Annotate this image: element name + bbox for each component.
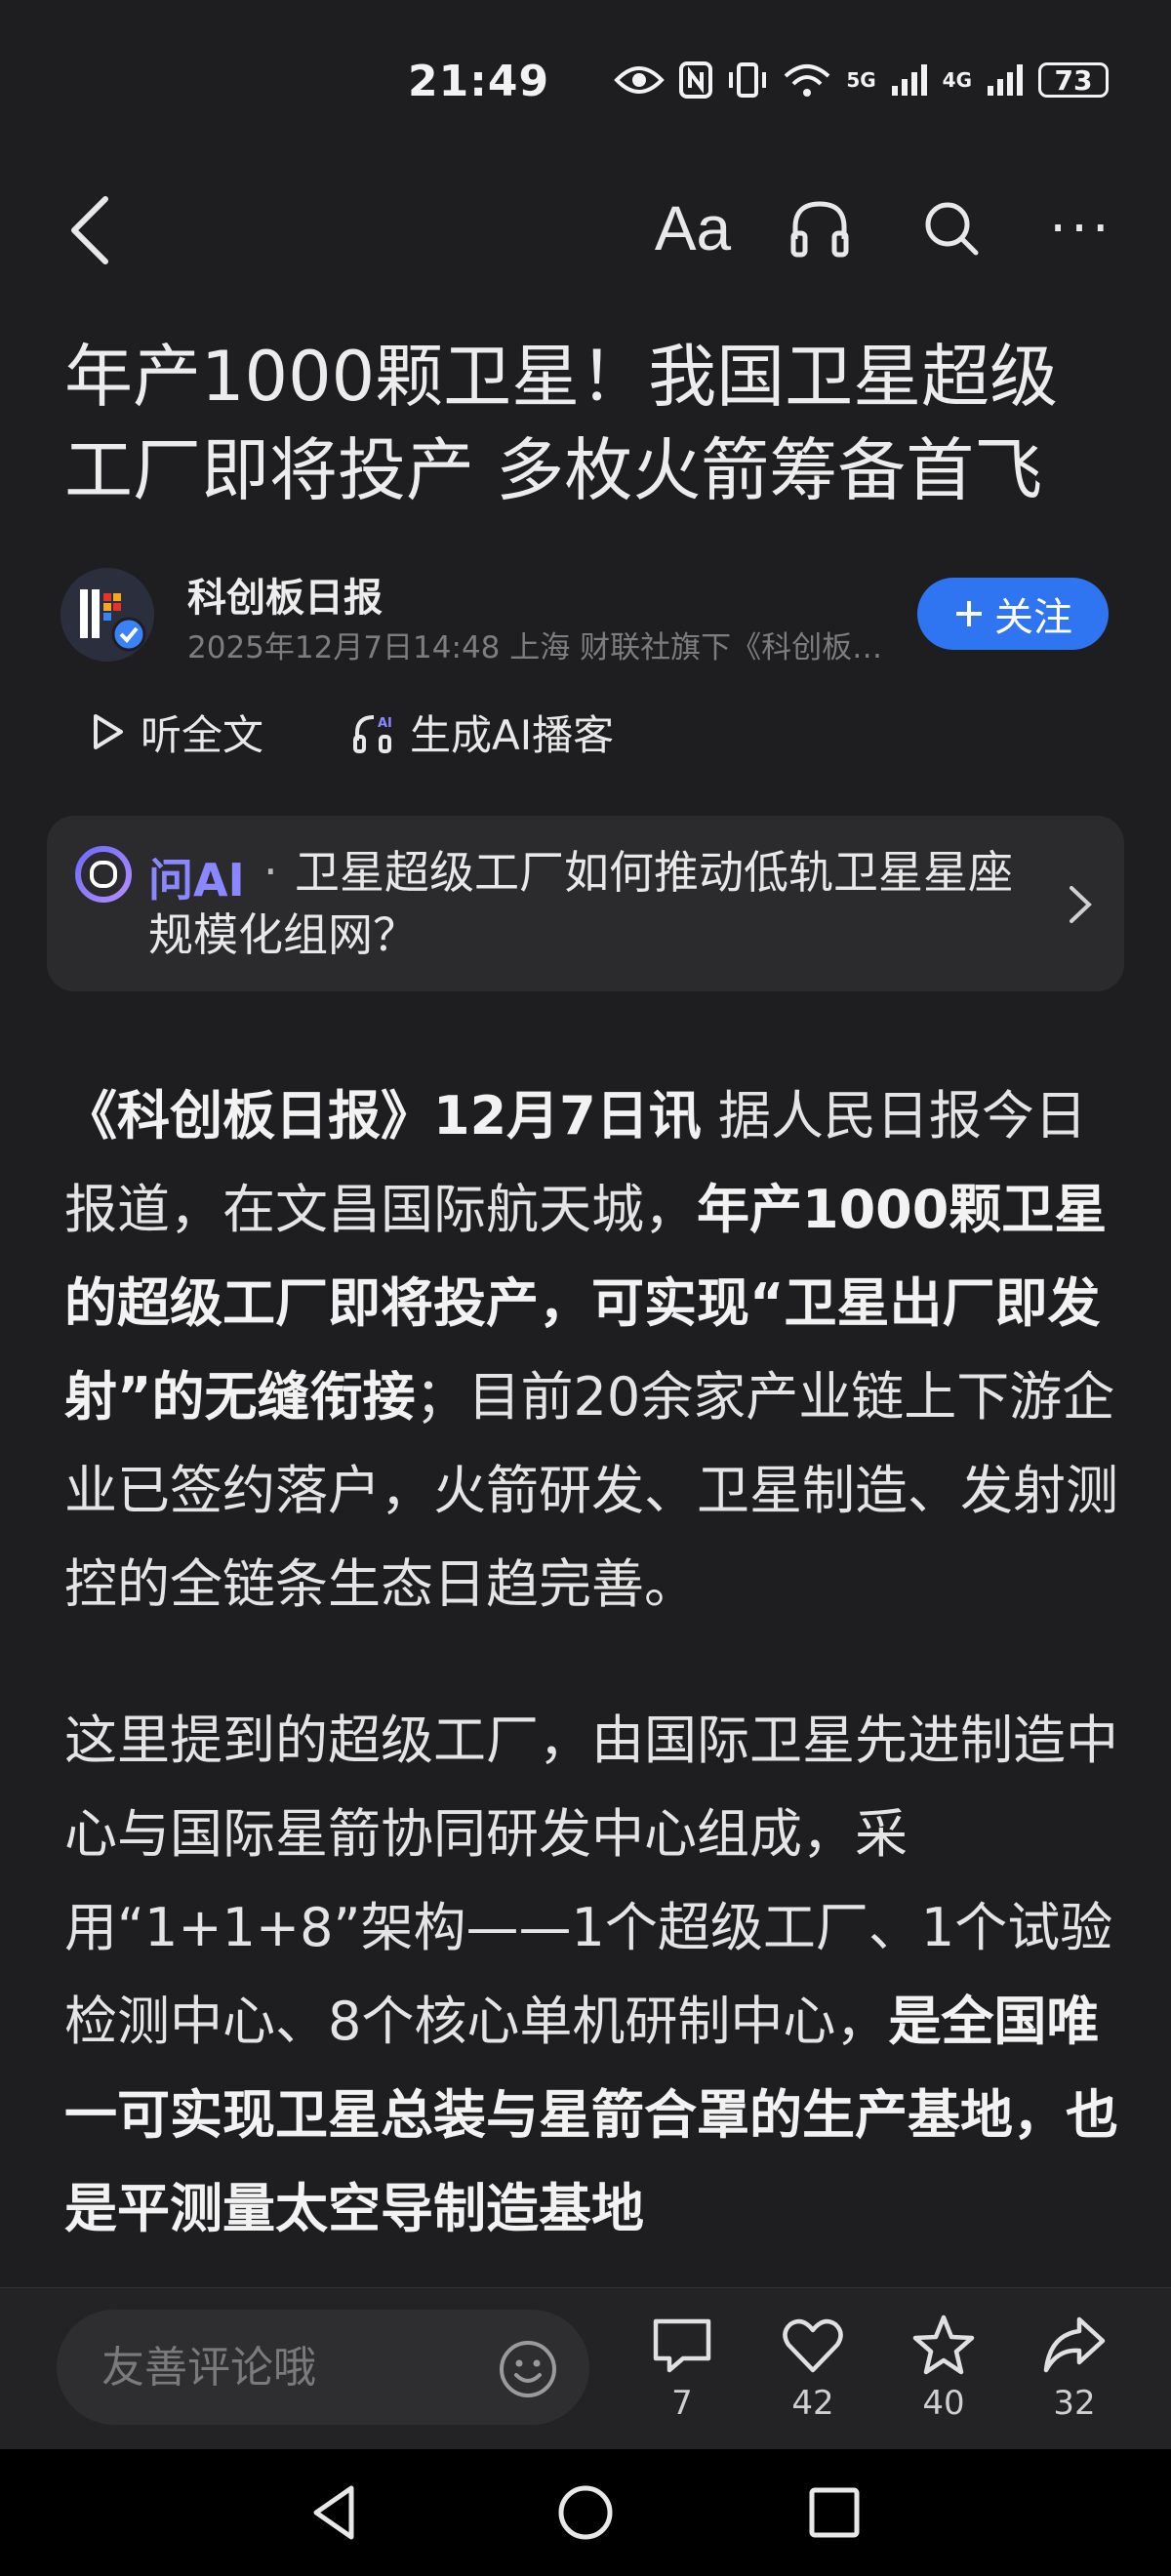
ai-label: 问AI	[148, 854, 245, 906]
paragraph-2: 这里提到的超级工厂，由国际卫星先进制造中心与国际星箭协同研发中心组成，采用“1+…	[64, 1694, 1118, 2256]
comment-button[interactable]: 7	[638, 2314, 726, 2431]
star-icon	[912, 2314, 975, 2375]
plus-icon	[956, 601, 982, 626]
follow-label: 关注	[994, 595, 1072, 640]
publish-meta: 2025年12月7日14:48 上海 财联社旗下《科创板日报》	[187, 630, 909, 665]
signal-5g-label: 5G	[846, 68, 876, 92]
more-options-button[interactable]: ···	[1042, 189, 1120, 267]
favorite-button[interactable]: 40	[900, 2314, 988, 2431]
back-icon[interactable]	[61, 191, 129, 269]
listen-full-button[interactable]: 听全文	[88, 701, 263, 763]
share-count: 32	[1053, 2384, 1096, 2423]
status-icons: 5G 4G 73	[614, 60, 1109, 100]
signal-5g-icon	[891, 64, 927, 96]
ai-question: 卫星超级工厂如何推动低轨卫星星座规模化组网？	[148, 846, 1013, 961]
paragraph-1-lead: 《科创板日报》12月7日讯	[64, 1085, 702, 1147]
system-nav-bar	[0, 2449, 1171, 2576]
share-button[interactable]: 32	[1030, 2314, 1118, 2431]
top-toolbar: Aa ···	[0, 176, 1171, 283]
listen-button[interactable]	[781, 189, 859, 267]
author-avatar[interactable]	[61, 568, 154, 662]
paragraph-1: 《科创板日报》12月7日讯 据人民日报今日报道，在文昌国际航天城，年产1000颗…	[64, 1069, 1118, 1631]
ask-ai-card[interactable]: 卫星超级工厂如何推动低轨卫星星座规模化组网？ 问AI ·	[47, 816, 1124, 991]
status-time: 21:49	[408, 57, 550, 106]
comment-icon	[653, 2318, 711, 2373]
nav-recents-icon[interactable]	[800, 2478, 868, 2547]
signal-4g-icon	[988, 64, 1023, 96]
heart-icon	[783, 2318, 843, 2373]
search-icon	[925, 202, 979, 256]
eye-icon	[614, 66, 666, 94]
follow-button[interactable]: 关注	[917, 578, 1109, 650]
battery-indicator: 73	[1038, 62, 1109, 98]
ai-headphones-icon: AI	[353, 715, 392, 753]
like-count: 42	[791, 2384, 834, 2423]
chevron-right-icon	[1070, 886, 1092, 923]
search-button[interactable]	[912, 189, 990, 267]
nav-back-icon[interactable]	[303, 2478, 371, 2547]
article-title: 年产1000颗卫星！我国卫星超级工厂即将投产 多枚火箭筹备首飞	[64, 337, 1059, 510]
vibrate-icon	[729, 62, 767, 98]
ai-separator: ·	[263, 845, 278, 898]
bottom-action-bar: 7 42 40 32	[0, 2287, 1171, 2450]
emoji-icon[interactable]	[498, 2339, 558, 2399]
ai-podcast-label: 生成AI播客	[410, 710, 615, 759]
author-logo-icon	[80, 589, 146, 652]
font-size-button[interactable]: Aa	[654, 189, 732, 267]
comment-count: 7	[671, 2384, 693, 2423]
signal-4g-label: 4G	[942, 68, 972, 92]
nfc-icon	[679, 61, 713, 99]
like-button[interactable]: 42	[769, 2314, 857, 2431]
article-body: 《科创板日报》12月7日讯 据人民日报今日报道，在文昌国际航天城，年产1000颗…	[64, 1069, 1118, 2318]
svg-text:AI: AI	[378, 716, 392, 731]
headphones-icon	[790, 201, 849, 258]
play-icon	[94, 714, 123, 749]
ai-ring-icon	[75, 846, 132, 903]
favorite-count: 40	[922, 2384, 965, 2423]
wifi-icon	[784, 64, 830, 97]
listen-full-label: 听全文	[141, 710, 264, 759]
ai-podcast-button[interactable]: AI 生成AI播客	[351, 701, 614, 763]
share-icon	[1043, 2316, 1106, 2373]
author-name[interactable]: 科创板日报	[187, 566, 383, 623]
status-bar: 21:49 5G 4G 73	[0, 0, 1171, 117]
nav-home-icon[interactable]	[551, 2478, 620, 2547]
